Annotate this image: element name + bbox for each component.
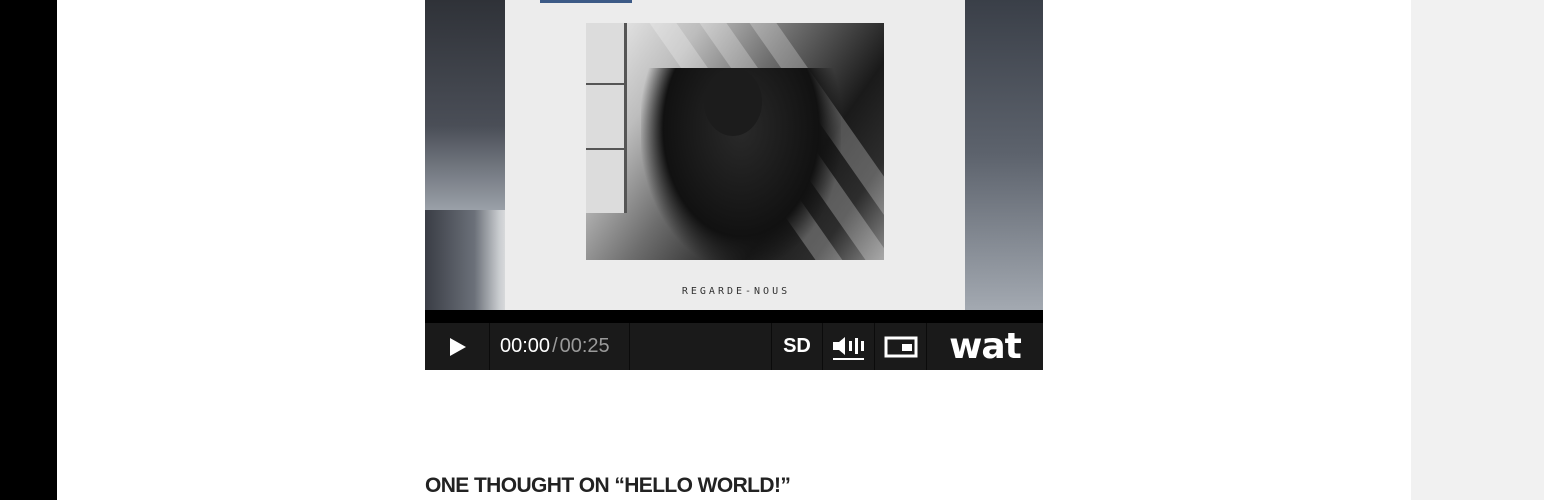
- album-tab: [540, 0, 632, 3]
- googleplus-share-button[interactable]: g+: [972, 107, 1028, 165]
- play-button[interactable]: [425, 323, 490, 370]
- wat-logo-link[interactable]: wat: [927, 323, 1043, 370]
- volume-button[interactable]: [823, 323, 875, 370]
- progress-bar[interactable]: [425, 310, 1043, 323]
- video-player[interactable]: REGARDE-NOUS f g+ 00:00 / 00:25 SD wat: [425, 0, 1043, 370]
- facebook-icon: f: [993, 48, 1007, 95]
- quality-button[interactable]: SD: [771, 323, 823, 370]
- googleplus-icon: g+: [980, 115, 1020, 157]
- volume-icon: [832, 336, 864, 360]
- time-display: 00:00 / 00:25: [490, 323, 630, 370]
- album-caption: REGARDE-NOUS: [681, 286, 791, 297]
- fullscreen-button[interactable]: [875, 323, 927, 370]
- current-time: 00:00: [500, 335, 551, 357]
- right-sidebar-background: [1411, 0, 1544, 500]
- duration: 00:25: [559, 335, 610, 357]
- twitter-share-button[interactable]: [972, 0, 1028, 36]
- twitter-icon: [983, 3, 1017, 27]
- left-sidebar-background: [0, 0, 57, 500]
- control-bar: 00:00 / 00:25 SD wat: [425, 323, 1043, 370]
- album-cover: REGARDE-NOUS: [505, 0, 967, 310]
- album-photo: [586, 23, 884, 260]
- figure-head: [704, 68, 762, 136]
- fullscreen-icon: [884, 336, 917, 357]
- comments-title: ONE THOUGHT ON “HELLO WORLD!”: [425, 474, 791, 497]
- video-frame[interactable]: REGARDE-NOUS f g+: [425, 0, 1043, 310]
- window-shape: [586, 23, 627, 213]
- play-icon: [450, 337, 466, 356]
- time-separator: /: [552, 335, 558, 357]
- facebook-share-button[interactable]: f: [972, 43, 1028, 101]
